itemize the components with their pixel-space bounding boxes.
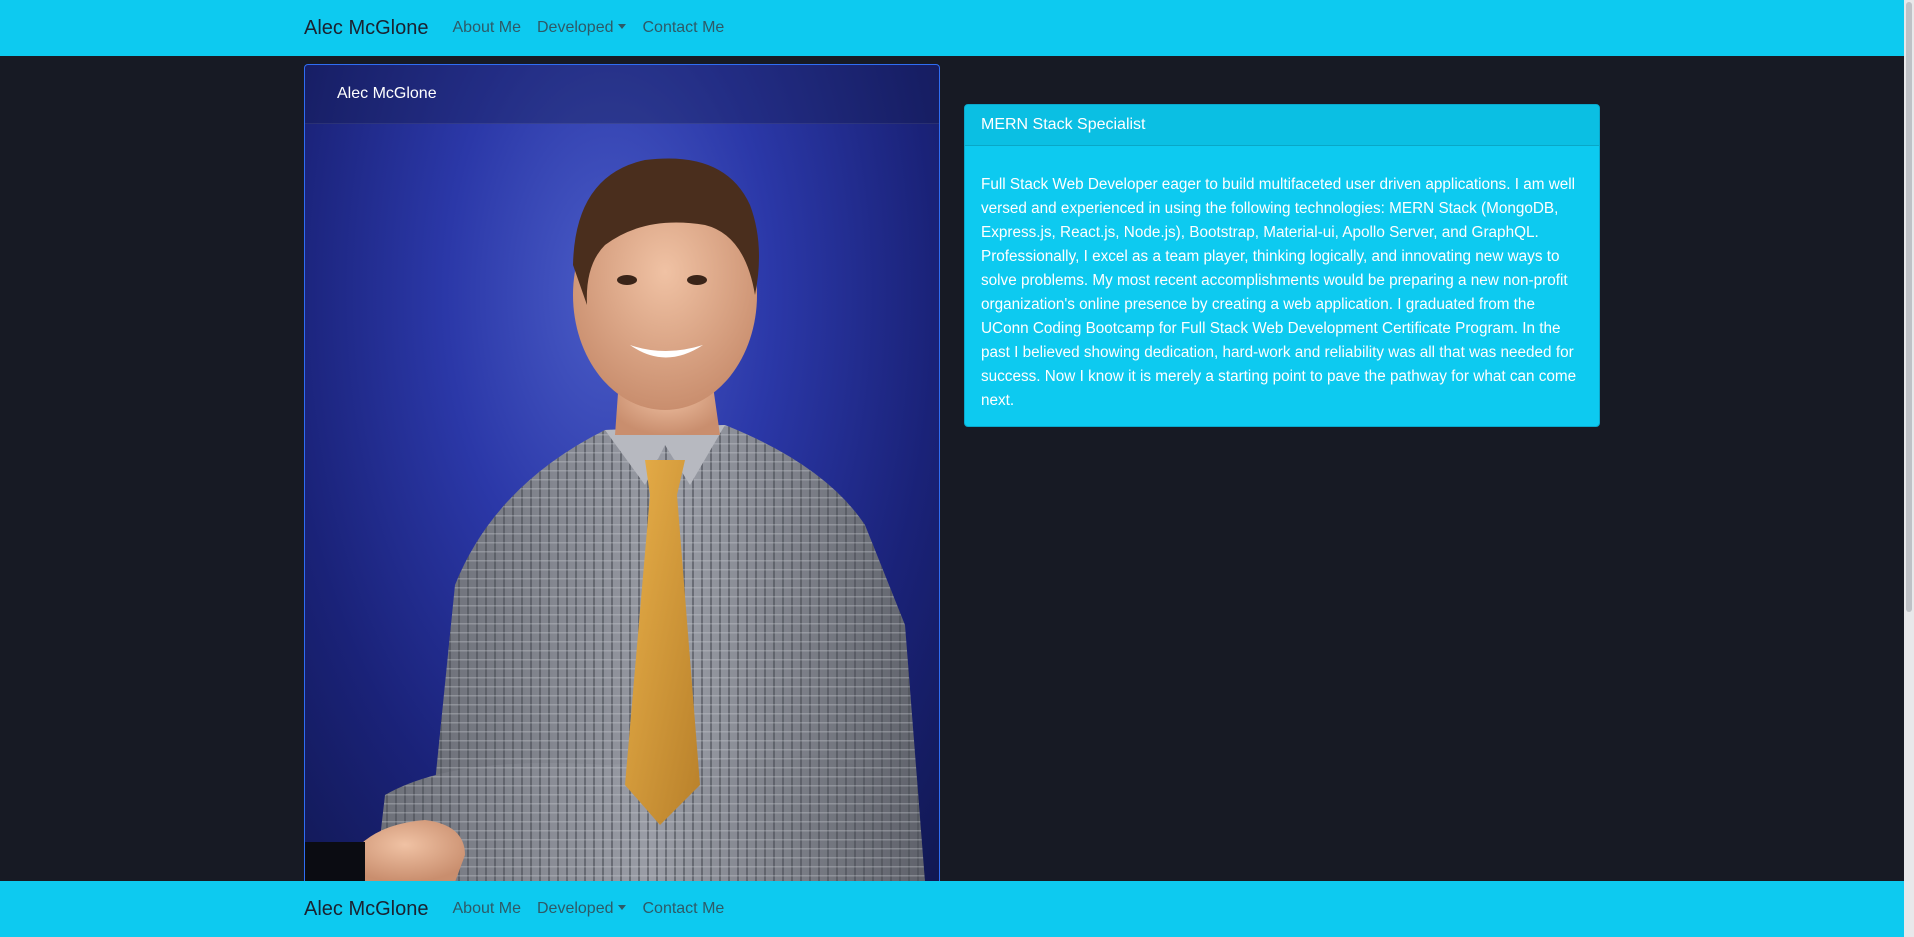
footer-brand-link[interactable]: Alec McGlone	[304, 898, 429, 921]
top-navbar: Alec McGlone About Me Developed Contact …	[0, 0, 1904, 56]
footer-nav-developed-label: Developed	[536, 900, 614, 917]
profile-name-header: Alec McGlone	[305, 65, 939, 124]
page-scrollbar[interactable]	[1904, 0, 1914, 937]
scrollbar-thumb[interactable]	[1906, 2, 1912, 612]
bio-card-header: MERN Stack Specialist	[965, 105, 1599, 146]
bio-card-body: Full Stack Web Developer eager to build …	[981, 176, 1577, 409]
footer-navbar: Alec McGlone About Me Developed Contact …	[0, 881, 1904, 937]
footer-nav-about-me[interactable]: About Me	[453, 900, 521, 918]
profile-photo-card: Alec McGlone	[304, 64, 940, 881]
nav-developed-dropdown[interactable]: Developed	[537, 19, 627, 37]
bio-card: MERN Stack Specialist Full Stack Web Dev…	[964, 104, 1600, 427]
nav-about-me[interactable]: About Me	[453, 19, 521, 37]
profile-name: Alec McGlone	[337, 85, 437, 102]
bio-card-title: MERN Stack Specialist	[981, 116, 1146, 133]
footer-nav-developed-dropdown[interactable]: Developed	[537, 900, 627, 918]
chevron-down-icon	[618, 905, 627, 910]
nav-developed-label: Developed	[536, 19, 614, 36]
nav-contact-me[interactable]: Contact Me	[642, 19, 724, 37]
brand-link[interactable]: Alec McGlone	[304, 17, 429, 40]
footer-nav-contact-me[interactable]: Contact Me	[642, 900, 724, 918]
chevron-down-icon	[618, 24, 627, 29]
portrait-photo	[305, 158, 925, 881]
